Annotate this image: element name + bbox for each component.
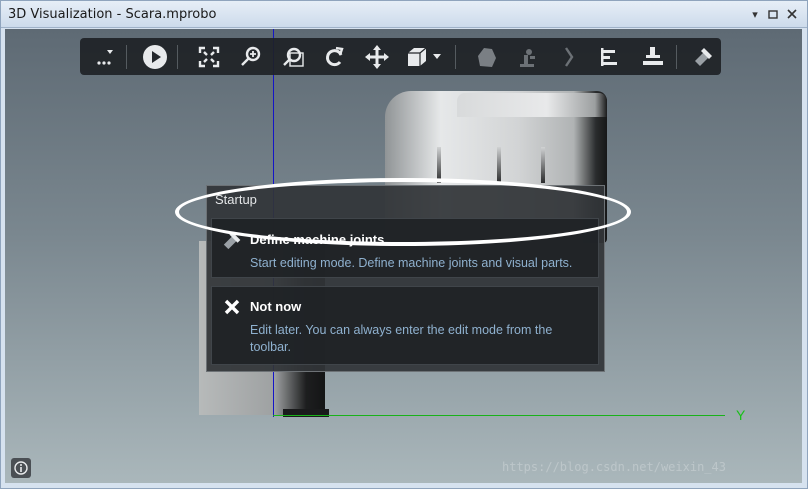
dropdown-icon[interactable]: ▾ — [749, 9, 761, 21]
align-icon — [601, 48, 617, 66]
cube-icon — [408, 47, 427, 66]
info-button[interactable] — [11, 458, 31, 478]
zoom-button[interactable] — [236, 42, 266, 72]
option-description: Start editing mode. Define machine joint… — [250, 256, 573, 270]
robot-button[interactable] — [512, 42, 542, 72]
toolbar-separator — [676, 45, 677, 69]
robot-rib — [497, 147, 501, 183]
zoom-icon — [241, 46, 261, 66]
y-axis-line — [273, 415, 725, 416]
zoom-window-button[interactable] — [278, 42, 308, 72]
wrench-icon — [222, 229, 244, 251]
fit-all-icon — [198, 46, 220, 68]
info-icon — [14, 461, 28, 475]
robot-rib — [541, 147, 545, 183]
robot-arm-top — [457, 93, 607, 117]
option-description: Edit later. You can always enter the edi… — [250, 323, 553, 354]
align-button[interactable] — [594, 42, 624, 72]
visualization-window: 3D Visualization - Scara.mprobo ▾ Y Star… — [0, 0, 808, 489]
chevron-down-icon — [433, 54, 441, 59]
tool-icon — [643, 47, 663, 65]
zoom-window-icon — [283, 47, 304, 67]
wrench-icon — [695, 48, 712, 66]
fit-view-button[interactable] — [194, 42, 224, 72]
window-title: 3D Visualization - Scara.mprobo — [8, 7, 217, 22]
more-menu-button[interactable] — [90, 42, 120, 72]
shape-icon — [478, 48, 496, 67]
define-machine-joints-option[interactable]: Define machine joints Start editing mode… — [211, 218, 599, 278]
pan-button[interactable] — [362, 42, 392, 72]
viewport-toolbar — [80, 38, 721, 75]
3d-viewport[interactable]: Y Startup Define machine joints Start ed… — [5, 29, 802, 483]
option-title: Define machine joints — [250, 232, 385, 247]
restore-icon[interactable] — [767, 9, 779, 21]
toolbar-separator — [177, 45, 178, 69]
watermark: https://blog.csdn.net/weixin_43 — [502, 460, 726, 474]
tool-button[interactable] — [638, 42, 668, 72]
toolbar-separator — [455, 45, 456, 69]
robot-rib — [437, 147, 441, 183]
robot-arm-icon — [520, 49, 535, 67]
play-icon — [143, 45, 167, 69]
edit-mode-button[interactable] — [689, 42, 719, 72]
not-now-option[interactable]: Not now Edit later. You can always enter… — [211, 286, 599, 365]
option-title: Not now — [250, 299, 302, 314]
play-button[interactable] — [140, 42, 170, 72]
rotate-icon — [326, 46, 344, 67]
toolbar-separator — [126, 45, 127, 69]
close-icon[interactable] — [786, 9, 798, 21]
material-button[interactable] — [472, 42, 502, 72]
chevron-right-icon — [565, 47, 574, 67]
close-x-icon — [222, 297, 244, 319]
title-bar[interactable]: 3D Visualization - Scara.mprobo ▾ — [1, 1, 807, 28]
view-cube-dropdown[interactable] — [430, 42, 444, 72]
startup-panel: Startup Define machine joints Start edit… — [206, 185, 605, 372]
rotate-button[interactable] — [320, 42, 350, 72]
ellipsis-dropdown-icon — [97, 50, 113, 65]
startup-panel-title: Startup — [215, 192, 257, 207]
y-axis-label: Y — [736, 407, 746, 423]
move-arrows-icon — [365, 45, 389, 69]
next-button[interactable] — [554, 42, 584, 72]
